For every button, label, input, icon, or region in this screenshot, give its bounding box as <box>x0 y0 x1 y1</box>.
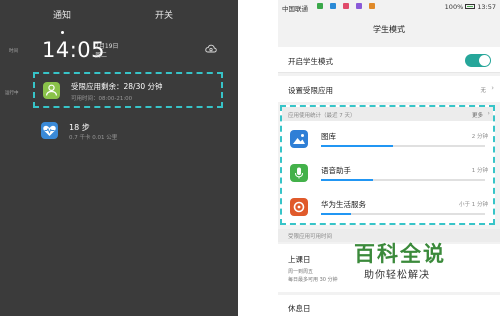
watermark-logo: 百科全说 助你轻松解决 <box>354 238 464 290</box>
tab-switches[interactable]: 开关 <box>155 8 173 21</box>
usage-bar-track <box>321 179 485 181</box>
restricted-apps-notification[interactable]: 受限应用剩余：28/30 分钟 可用时间：08:00-21:00 <box>33 72 223 108</box>
app-usage-time: 小于 1 分钟 <box>459 202 488 208</box>
rest-day-title: 休息日 <box>288 304 311 313</box>
restricted-apps-row[interactable]: 设置受限应用 无 › <box>278 76 500 102</box>
battery-icon <box>465 4 476 9</box>
usage-app-row[interactable]: 图库 2 分钟 <box>282 123 493 157</box>
rest-day-row[interactable]: 休息日 <box>278 295 500 316</box>
watermark-subtitle: 助你轻松解决 <box>364 270 430 281</box>
service-icon <box>290 198 308 216</box>
shade-tabs: 通知 开关 <box>0 8 238 34</box>
running-label: 运行中 <box>5 91 19 96</box>
usage-bar-track <box>321 145 485 147</box>
app-usage-time: 1 分钟 <box>471 168 488 174</box>
school-day-days: 周一到周五 <box>288 269 314 275</box>
usage-app-row[interactable]: 语音助手 1 分钟 <box>282 157 493 191</box>
enable-student-mode-row[interactable]: 开启学生模式 <box>278 47 500 73</box>
app-notification-icon <box>343 3 350 9</box>
school-day-limit: 每日最多可用 30 分钟 <box>288 277 338 283</box>
clock-weekday: 周二 <box>95 52 108 59</box>
more-link[interactable]: 更多 <box>472 111 483 119</box>
time-label: 时间 <box>9 49 18 54</box>
app-notification-icon <box>356 3 363 9</box>
school-day-title: 上课日 <box>288 255 311 264</box>
notification-title: 18 步 <box>69 123 90 132</box>
notification-subtitle: 0.7 千卡 0.01 公里 <box>69 135 118 141</box>
app-usage-time: 2 分钟 <box>471 134 488 140</box>
carrier-label: 中国联通 <box>282 5 308 13</box>
notification-subtitle: 可用时间：08:00-21:00 <box>71 96 133 102</box>
health-steps-notification[interactable]: 18 步 0.7 千卡 0.01 公里 <box>33 114 223 148</box>
usage-header[interactable]: 应用使用统计（最近 7 天） 更多 › <box>282 107 493 121</box>
notification-title: 受限应用剩余：28/30 分钟 <box>71 82 163 91</box>
restricted-apps-label: 设置受限应用 <box>288 86 333 95</box>
watermark-title: 百科全说 <box>354 242 446 266</box>
gallery-icon <box>290 130 308 148</box>
active-tab-indicator <box>61 31 64 34</box>
student-mode-toggle[interactable] <box>465 54 491 67</box>
section-label: 受限应用可用时间 <box>288 234 333 240</box>
battery-percent: 100% <box>444 3 464 11</box>
cloud-settings-icon[interactable] <box>205 43 217 55</box>
status-right: 100% 13:57 <box>445 3 496 11</box>
app-notification-icon <box>330 3 337 9</box>
app-notification-icon <box>317 3 323 9</box>
tab-notifications[interactable]: 通知 <box>53 8 71 21</box>
clock-date: 7月19日 <box>95 43 119 50</box>
usage-bar <box>321 213 351 215</box>
chevron-right-icon: › <box>487 109 490 117</box>
usage-header-label: 应用使用统计（最近 7 天） <box>288 113 356 119</box>
app-name: 华为生活服务 <box>321 200 366 209</box>
notification-shade: 通知 开关 时间 14:05 7月19日 周二 运行中 受限应用剩余：28/30… <box>0 0 238 316</box>
page-title: 学生模式 <box>373 25 405 34</box>
chevron-right-icon: › <box>491 84 494 92</box>
status-bar: 中国联通 100% 13:57 <box>278 0 500 14</box>
enable-label: 开启学生模式 <box>288 57 333 66</box>
usage-bar <box>321 179 374 181</box>
status-time: 13:57 <box>477 3 496 11</box>
app-notification-icon <box>369 3 376 9</box>
heart-pulse-icon <box>41 122 58 139</box>
app-name: 语音助手 <box>321 166 351 175</box>
status-app-icons <box>317 3 377 22</box>
app-usage-stats: 应用使用统计（最近 7 天） 更多 › 图库 2 分钟 语音助手 1 分钟 华为… <box>280 105 495 225</box>
usage-app-row[interactable]: 华为生活服务 小于 1 分钟 <box>282 191 493 225</box>
microphone-icon <box>290 164 308 182</box>
app-name: 图库 <box>321 132 336 141</box>
person-icon <box>43 82 60 99</box>
restricted-apps-value: 无 <box>480 88 486 94</box>
usage-bar <box>321 145 394 147</box>
usage-bar-track <box>321 213 485 215</box>
